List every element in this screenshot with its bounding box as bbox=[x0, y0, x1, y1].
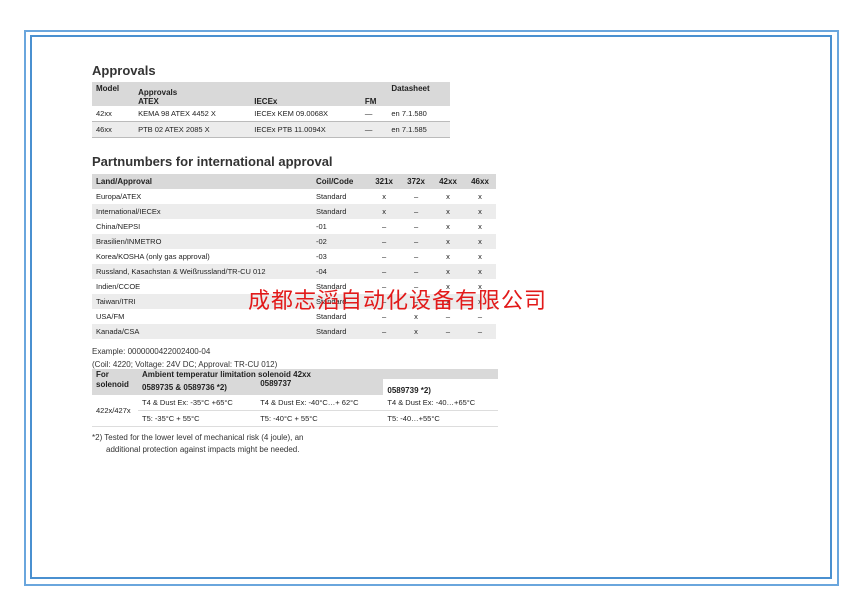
cell-solenoid: 422x/427x bbox=[92, 395, 138, 427]
footnote-line-2: additional protection against impacts mi… bbox=[106, 445, 300, 454]
footnote-line-1: *2) Tested for the lower level of mechan… bbox=[92, 433, 304, 442]
cell-mark: x bbox=[368, 204, 401, 219]
example-line-2: (Coil: 4220; Voltage: 24V DC; Approval: … bbox=[92, 360, 278, 369]
table-row: 422x/427x T4 & Dust Ex: -35°C +65°C T4 &… bbox=[92, 395, 498, 427]
cell-mark: x bbox=[432, 219, 464, 234]
header-for-solenoid: For solenoid bbox=[92, 369, 138, 395]
header-372x: 372x bbox=[400, 174, 433, 189]
cell-r2c2: T5: -40°C + 55°C bbox=[256, 410, 384, 427]
cell-r2c3: T5: -40…+55°C bbox=[383, 410, 498, 427]
cell-mark: – bbox=[400, 234, 433, 249]
header-approvals: Approvals bbox=[138, 88, 178, 97]
header-atex: Approvals ATEX bbox=[134, 82, 251, 106]
cell-mark: – bbox=[400, 264, 433, 279]
cell-mark: x bbox=[463, 249, 496, 264]
header-land: Land/Approval bbox=[92, 174, 312, 189]
cell-r1c2: T4 & Dust Ex: -40°C…+ 62°C bbox=[256, 395, 384, 411]
header-atex-label: ATEX bbox=[138, 97, 159, 106]
table-row: International/IECEx Standard x – x x bbox=[92, 204, 496, 219]
cell-model: 46xx bbox=[92, 121, 135, 138]
header-model: Model bbox=[92, 82, 135, 106]
cell-coil: -02 bbox=[311, 234, 369, 249]
cell-mark: x bbox=[432, 249, 464, 264]
cell-land: Korea/KOSHA (only gas approval) bbox=[92, 249, 312, 264]
cell-datasheet: en 7.1.585 bbox=[387, 121, 450, 138]
cell-mark: x bbox=[463, 219, 496, 234]
temperature-table: For solenoid Ambient temperatur limitati… bbox=[92, 369, 498, 427]
header-coil: Coil/Code bbox=[311, 174, 369, 189]
cell-iecex: IECEx KEM 09.0068X bbox=[250, 106, 361, 122]
header-col2: 0589737 bbox=[256, 379, 384, 395]
table-row: Kanada/CSA Standard – x – – bbox=[92, 324, 496, 339]
cell-mark: – bbox=[368, 249, 401, 264]
cell-r1c1: T4 & Dust Ex: -35°C +65°C bbox=[138, 395, 257, 411]
cell-mark: x bbox=[463, 234, 496, 249]
header-col1: 0589735 & 0589736 *2) bbox=[138, 379, 257, 395]
cell-mark: – bbox=[463, 324, 496, 339]
header-42xx: 42xx bbox=[432, 174, 464, 189]
cell-fm: — bbox=[360, 106, 388, 122]
header-46xx: 46xx bbox=[463, 174, 496, 189]
cell-mark: – bbox=[368, 219, 401, 234]
cell-fm: — bbox=[360, 121, 388, 138]
cell-land: China/NEPSI bbox=[92, 219, 312, 234]
cell-coil: -04 bbox=[311, 264, 369, 279]
cell-land: International/IECEx bbox=[92, 204, 312, 219]
table-row: Brasilien/INMETRO -02– – x x bbox=[92, 234, 496, 249]
header-temp-title: Ambient temperatur limitation solenoid 4… bbox=[138, 369, 498, 379]
cell-datasheet: en 7.1.580 bbox=[387, 106, 450, 122]
cell-land: Brasilien/INMETRO bbox=[92, 234, 312, 249]
table-row: 46xx PTB 02 ATEX 2085 X IECEx PTB 11.009… bbox=[92, 121, 450, 138]
cell-mark: – bbox=[400, 204, 433, 219]
cell-land: Europa/ATEX bbox=[92, 189, 312, 204]
table-row: Europa/ATEX Standard x – x x bbox=[92, 189, 496, 204]
cell-mark: – bbox=[400, 189, 433, 204]
approvals-heading: Approvals bbox=[92, 63, 156, 78]
header-321x: 321x bbox=[368, 174, 401, 189]
cell-mark: x bbox=[463, 264, 496, 279]
cell-mark: – bbox=[368, 234, 401, 249]
cell-mark: x bbox=[432, 234, 464, 249]
cell-mark: – bbox=[400, 249, 433, 264]
table-row: 42xx KEMA 98 ATEX 4452 X IECEx KEM 09.00… bbox=[92, 106, 450, 122]
cell-coil: Standard bbox=[311, 324, 369, 339]
approvals-table: Model Approvals ATEX IECEx FM Datasheet … bbox=[92, 82, 450, 138]
cell-land: Kanada/CSA bbox=[92, 324, 312, 339]
table-row: T5: -35°C + 55°C T5: -40°C + 55°C T5: -4… bbox=[92, 410, 498, 427]
table-row: Russland, Kasachstan & Weißrussland/TR-C… bbox=[92, 264, 496, 279]
header-iecex: IECEx bbox=[250, 82, 361, 106]
cell-coil: -01 bbox=[311, 219, 369, 234]
cell-mark: x bbox=[463, 189, 496, 204]
cell-mark: – bbox=[432, 324, 464, 339]
cell-mark: x bbox=[432, 204, 464, 219]
header-datasheet: Datasheet bbox=[387, 82, 450, 106]
cell-mark: x bbox=[432, 189, 464, 204]
example-line-1: Example: 0000000422002400-04 bbox=[92, 347, 211, 356]
cell-mark: – bbox=[368, 324, 401, 339]
cell-mark: x bbox=[400, 324, 433, 339]
cell-coil: Standard bbox=[311, 189, 369, 204]
cell-mark: x bbox=[463, 204, 496, 219]
cell-mark: – bbox=[368, 264, 401, 279]
cell-model: 42xx bbox=[92, 106, 135, 122]
cell-atex: PTB 02 ATEX 2085 X bbox=[134, 121, 251, 138]
cell-mark: – bbox=[400, 219, 433, 234]
watermark-text: 成都志滔自动化设备有限公司 bbox=[248, 289, 548, 314]
cell-mark: x bbox=[432, 264, 464, 279]
table-row: China/NEPSI -01– – x x bbox=[92, 219, 496, 234]
cell-coil: -03 bbox=[311, 249, 369, 264]
header-fm: FM bbox=[360, 82, 388, 106]
cell-coil: Standard bbox=[311, 204, 369, 219]
header-col3: 0589739 *2) bbox=[383, 379, 498, 395]
cell-r2c1: T5: -35°C + 55°C bbox=[138, 410, 257, 427]
table-row: Korea/KOSHA (only gas approval) -03– – x x bbox=[92, 249, 496, 264]
cell-mark: x bbox=[368, 189, 401, 204]
partnumbers-heading: Partnumbers for international approval bbox=[92, 154, 333, 169]
cell-iecex: IECEx PTB 11.0094X bbox=[250, 121, 361, 138]
cell-land: Russland, Kasachstan & Weißrussland/TR-C… bbox=[92, 264, 312, 279]
cell-r1c3: T4 & Dust Ex: -40…+65°C bbox=[383, 395, 498, 411]
cell-atex: KEMA 98 ATEX 4452 X bbox=[134, 106, 251, 122]
